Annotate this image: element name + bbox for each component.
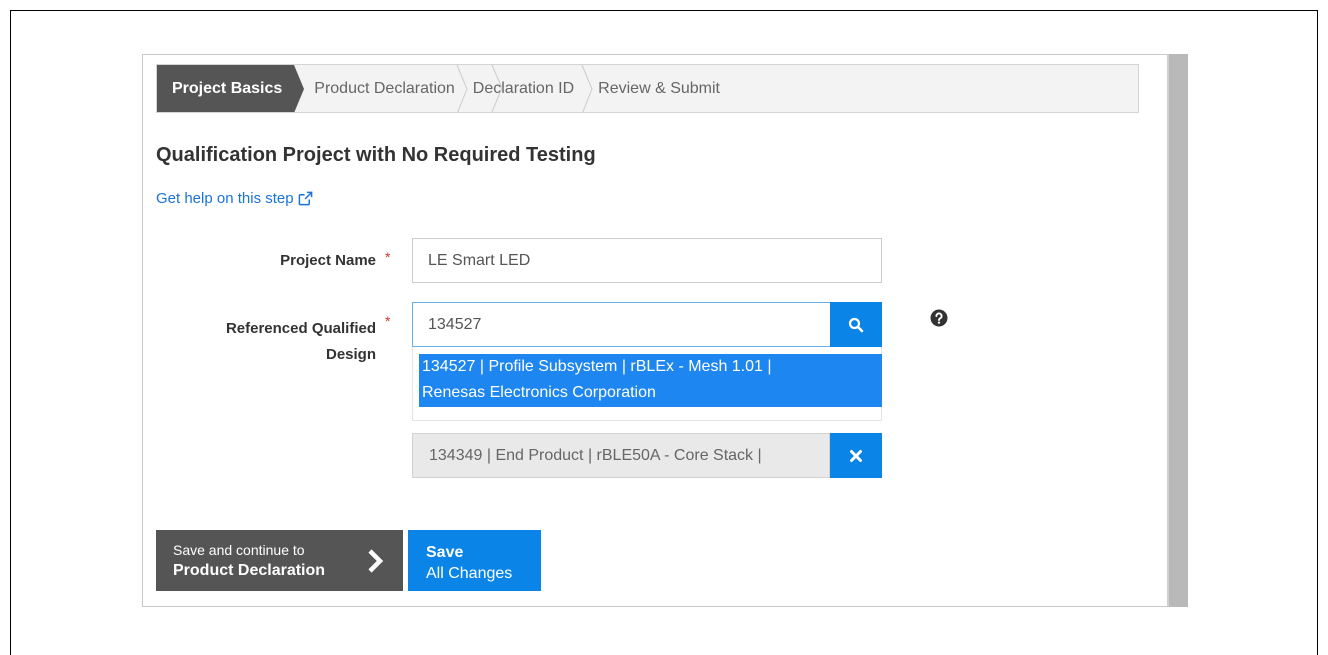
project-name-input[interactable] (412, 238, 882, 283)
suggestion-dropdown: 134527 | Profile Subsystem | rBLEx - Mes… (412, 347, 882, 421)
external-link-icon (298, 191, 312, 206)
wizard-steps: Project Basics Product Declaration Decla… (156, 64, 1139, 113)
step-project-basics[interactable]: Project Basics (157, 65, 305, 112)
step-label: Project Basics (172, 79, 283, 97)
scrollbar[interactable] (1167, 54, 1188, 607)
step-separator-icon (580, 65, 594, 112)
close-icon (850, 449, 862, 462)
page-title: Qualification Project with No Required T… (156, 144, 596, 166)
step-declaration-id[interactable]: Declaration ID (469, 65, 574, 112)
step-label: Product Declaration (314, 79, 455, 97)
step-label: Declaration ID (472, 79, 575, 97)
continue-line2: Product Declaration (173, 562, 326, 579)
step-separator-icon (490, 64, 504, 117)
search-icon (848, 317, 864, 332)
save-all-changes-button[interactable]: Save All Changes (408, 530, 541, 591)
save-line1: Save (426, 544, 464, 561)
suggestion-item[interactable]: 134527 | Profile Subsystem | rBLEx - Mes… (419, 354, 882, 407)
step-product-declaration[interactable]: Product Declaration (294, 65, 455, 112)
selected-design-tag: 134349 | End Product | rBLE50A - Core St… (412, 433, 830, 478)
step-separator-icon (455, 65, 469, 112)
help-link[interactable]: Get help on this step (156, 190, 313, 207)
continue-line1: Save and continue to (173, 542, 305, 558)
step-review-submit[interactable]: Review & Submit (594, 65, 720, 112)
referenced-design-label: Referenced Qualified Design (160, 316, 376, 368)
project-name-label: Project Name (280, 252, 376, 269)
save-and-continue-button[interactable]: Save and continue to Product Declaration (156, 530, 403, 591)
help-link-text: Get help on this step (156, 190, 294, 207)
save-line2: All Changes (426, 565, 513, 582)
question-circle-icon[interactable] (930, 309, 948, 332)
chevron-right-icon (368, 549, 384, 573)
referenced-design-label-line2: Design (325, 346, 376, 363)
step-label: Review & Submit (598, 79, 720, 97)
suggestion-line2: Renesas Electronics Corporation (422, 384, 656, 401)
required-mark: * (385, 249, 391, 265)
referenced-design-label-line1: Referenced Qualified (225, 320, 376, 337)
remove-design-button[interactable] (830, 433, 882, 478)
required-mark: * (385, 313, 391, 329)
search-button[interactable] (830, 302, 882, 347)
suggestion-line1: 134527 | Profile Subsystem | rBLEx - Mes… (422, 358, 772, 375)
referenced-design-search-input[interactable] (412, 302, 831, 347)
